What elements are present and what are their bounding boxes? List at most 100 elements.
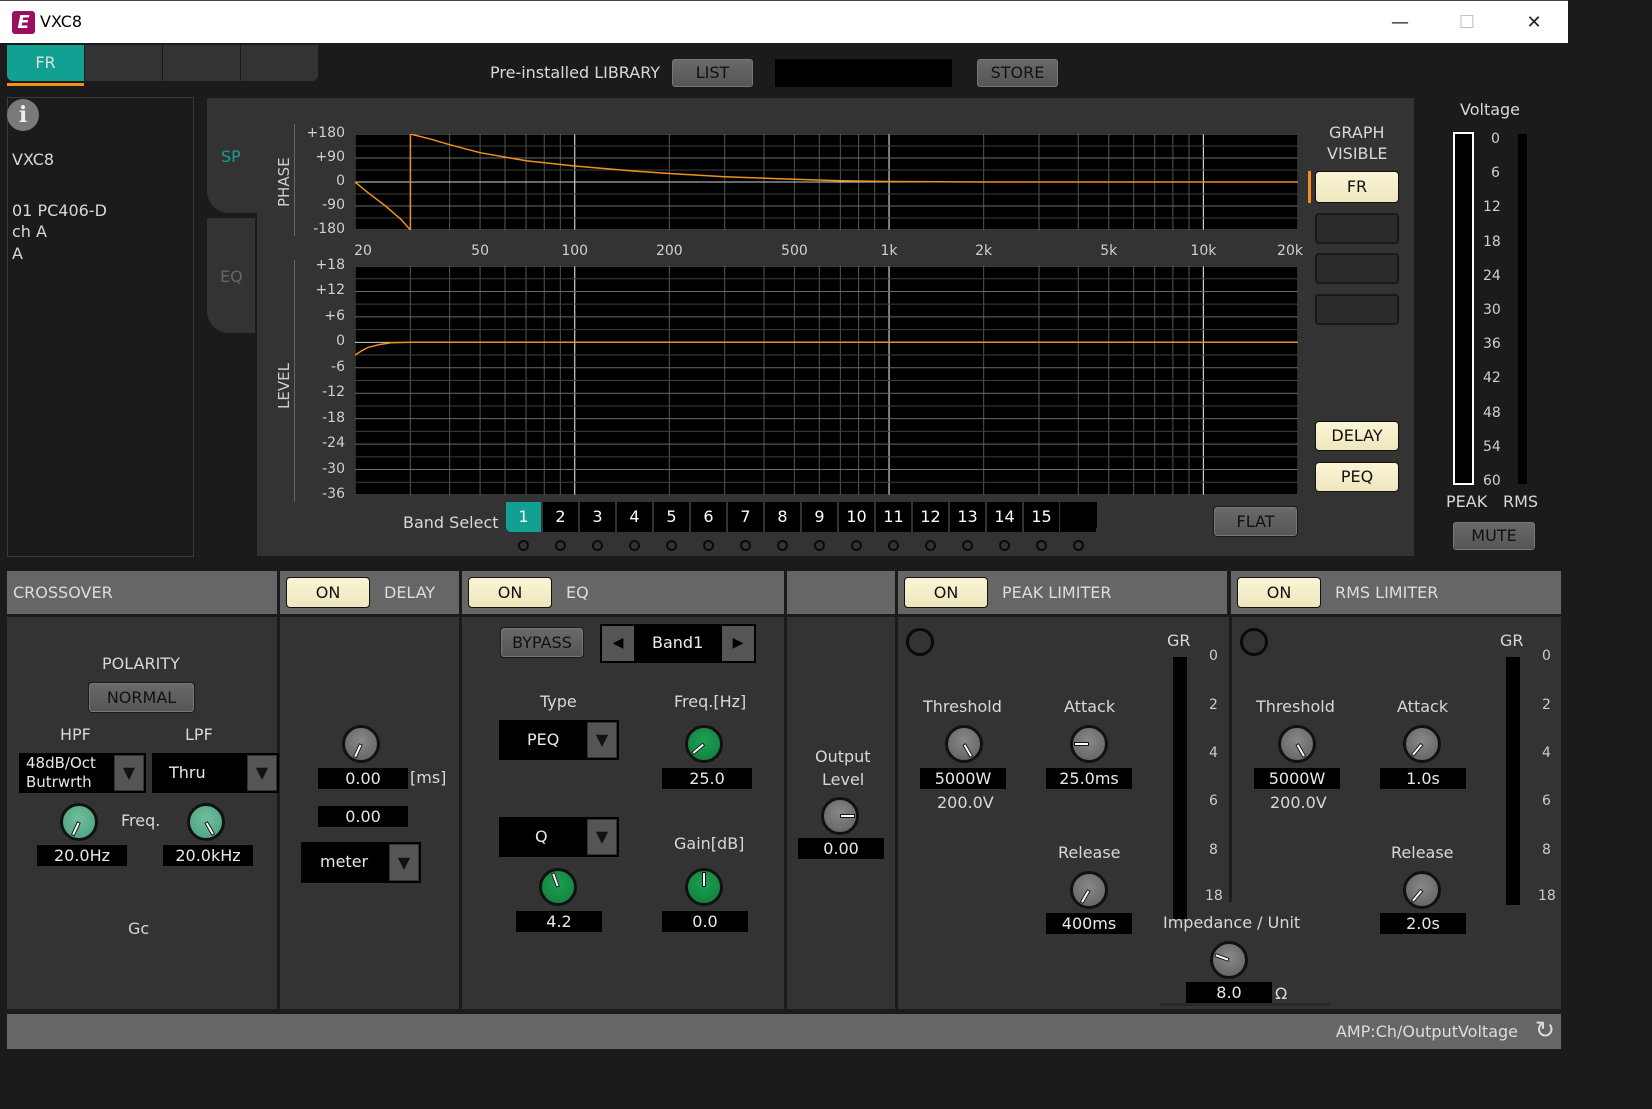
- peak-release-knob[interactable]: [1070, 871, 1108, 909]
- voltage-tick-label: 30: [1483, 302, 1501, 318]
- eq-q-value[interactable]: 4.2: [516, 911, 602, 932]
- rms-release-value[interactable]: 2.0s: [1380, 913, 1466, 934]
- impedance-value[interactable]: 8.0: [1186, 982, 1272, 1003]
- info-icon[interactable]: i: [7, 99, 39, 131]
- peak-attack-value[interactable]: 25.0ms: [1046, 768, 1132, 789]
- output-level-value[interactable]: 0.00: [798, 838, 884, 859]
- phase-plot[interactable]: [355, 134, 1298, 230]
- tab-2[interactable]: [85, 45, 162, 81]
- eq-gain-knob[interactable]: [685, 868, 723, 906]
- band-button-3[interactable]: 3: [580, 502, 615, 532]
- rms-attack-value[interactable]: 1.0s: [1380, 768, 1466, 789]
- status-text: AMP:Ch/OutputVoltage: [1335, 1022, 1518, 1041]
- eq-type-label: Type: [540, 692, 577, 711]
- next-band-button[interactable]: ▶: [722, 626, 754, 661]
- lpf-freq-value[interactable]: 20.0kHz: [163, 845, 253, 866]
- band-button-15[interactable]: 15: [1024, 502, 1059, 532]
- band-button-11[interactable]: 11: [876, 502, 911, 532]
- lpf-freq-knob[interactable]: [187, 803, 225, 841]
- band-button-7[interactable]: 7: [728, 502, 763, 532]
- graph-delay-button[interactable]: DELAY: [1315, 421, 1399, 451]
- hpf-type-dropdown[interactable]: 48dB/Oct Butrwrth ▼: [19, 753, 146, 793]
- chevron-down-icon[interactable]: ▼: [587, 819, 617, 855]
- band-button-6[interactable]: 6: [691, 502, 726, 532]
- polarity-button[interactable]: NORMAL: [88, 682, 195, 713]
- graph-visible-button-3[interactable]: [1315, 253, 1399, 284]
- band-button-5[interactable]: 5: [654, 502, 689, 532]
- q-select-dropdown[interactable]: Q ▼: [499, 817, 619, 857]
- minimize-button[interactable]: —: [1385, 9, 1415, 37]
- band-button-13[interactable]: 13: [950, 502, 985, 532]
- rms-attack-knob[interactable]: [1403, 725, 1441, 763]
- tab-3[interactable]: [163, 45, 240, 81]
- eq-q-knob[interactable]: [539, 868, 577, 906]
- flat-button[interactable]: FLAT: [1213, 506, 1298, 537]
- rms-threshold-value[interactable]: 5000W: [1254, 768, 1340, 789]
- tab-fr[interactable]: FR: [7, 45, 84, 81]
- rms-attack-label: Attack: [1397, 697, 1449, 716]
- gr-tick-label: 2: [1209, 697, 1218, 713]
- chevron-down-icon[interactable]: ▼: [247, 755, 277, 791]
- rms-limiter-on-button[interactable]: ON: [1237, 577, 1321, 608]
- band-button-12[interactable]: 12: [913, 502, 948, 532]
- store-button[interactable]: STORE: [976, 58, 1059, 88]
- delay-unit-dropdown[interactable]: meter ▼: [301, 842, 421, 883]
- graph-visible-button-2[interactable]: [1315, 213, 1399, 244]
- status-bar: AMP:Ch/OutputVoltage ↻: [7, 1014, 1561, 1049]
- bypass-button[interactable]: BYPASS: [500, 627, 584, 658]
- rms-threshold-knob[interactable]: [1278, 725, 1316, 763]
- band-button-10[interactable]: 10: [839, 502, 874, 532]
- impedance-knob[interactable]: [1210, 941, 1248, 979]
- level-tick-label: -12: [322, 384, 345, 401]
- voltage-tick-label: 0: [1491, 131, 1500, 147]
- eq-on-button[interactable]: ON: [468, 577, 552, 608]
- graph-visible-button-4[interactable]: [1315, 294, 1399, 325]
- list-button[interactable]: LIST: [671, 58, 754, 88]
- lpf-type-dropdown[interactable]: Thru ▼: [152, 753, 279, 793]
- close-button[interactable]: ✕: [1519, 9, 1549, 37]
- chevron-down-icon[interactable]: ▼: [389, 844, 419, 881]
- library-name-field[interactable]: [775, 59, 952, 87]
- tab-4[interactable]: [241, 45, 318, 81]
- eq-freq-knob[interactable]: [685, 725, 723, 763]
- maximize-button[interactable]: ☐: [1452, 9, 1482, 37]
- refresh-icon[interactable]: ↻: [1535, 1016, 1555, 1044]
- peak-threshold-knob[interactable]: [945, 725, 983, 763]
- window-title: VXC8: [40, 12, 83, 31]
- delay-value[interactable]: 0.00: [318, 768, 408, 789]
- band-button-2[interactable]: 2: [543, 502, 578, 532]
- band-button-1[interactable]: 1: [506, 502, 541, 532]
- level-axis-line: [294, 260, 295, 502]
- eq-gain-value[interactable]: 0.0: [662, 911, 748, 932]
- prev-band-button[interactable]: ◀: [602, 626, 634, 661]
- peak-attack-knob[interactable]: [1070, 725, 1108, 763]
- delay-knob[interactable]: [342, 725, 380, 763]
- peak-threshold-value[interactable]: 5000W: [920, 768, 1006, 789]
- gr-tick-label: 4: [1542, 745, 1551, 761]
- graph-peq-button[interactable]: PEQ: [1315, 462, 1399, 492]
- band-button-4[interactable]: 4: [617, 502, 652, 532]
- level-plot[interactable]: [355, 266, 1298, 495]
- side-tab-sp[interactable]: SP: [207, 98, 257, 213]
- eq-type-dropdown[interactable]: PEQ ▼: [499, 720, 619, 760]
- band-button-9[interactable]: 9: [802, 502, 837, 532]
- eq-freq-value[interactable]: 25.0: [662, 768, 752, 789]
- delay-on-button[interactable]: ON: [286, 577, 370, 608]
- mute-button[interactable]: MUTE: [1452, 521, 1536, 551]
- hpf-freq-value[interactable]: 20.0Hz: [37, 845, 127, 866]
- chevron-down-icon[interactable]: ▼: [114, 755, 144, 791]
- chevron-down-icon[interactable]: ▼: [587, 722, 617, 758]
- limiter-divider: [1229, 617, 1232, 902]
- band-indicator-dot: [888, 540, 899, 551]
- band-button-8[interactable]: 8: [765, 502, 800, 532]
- graph-visible-fr-button[interactable]: FR: [1315, 171, 1399, 203]
- band-button-14[interactable]: 14: [987, 502, 1022, 532]
- q-select-value: Q: [535, 827, 548, 846]
- rms-release-knob[interactable]: [1403, 871, 1441, 909]
- peak-release-value[interactable]: 400ms: [1046, 913, 1132, 934]
- rms-meter: [1518, 134, 1527, 484]
- output-level-knob[interactable]: [821, 797, 859, 835]
- hpf-freq-knob[interactable]: [60, 803, 98, 841]
- side-tab-eq[interactable]: EQ: [207, 218, 255, 333]
- peak-limiter-on-button[interactable]: ON: [904, 577, 988, 608]
